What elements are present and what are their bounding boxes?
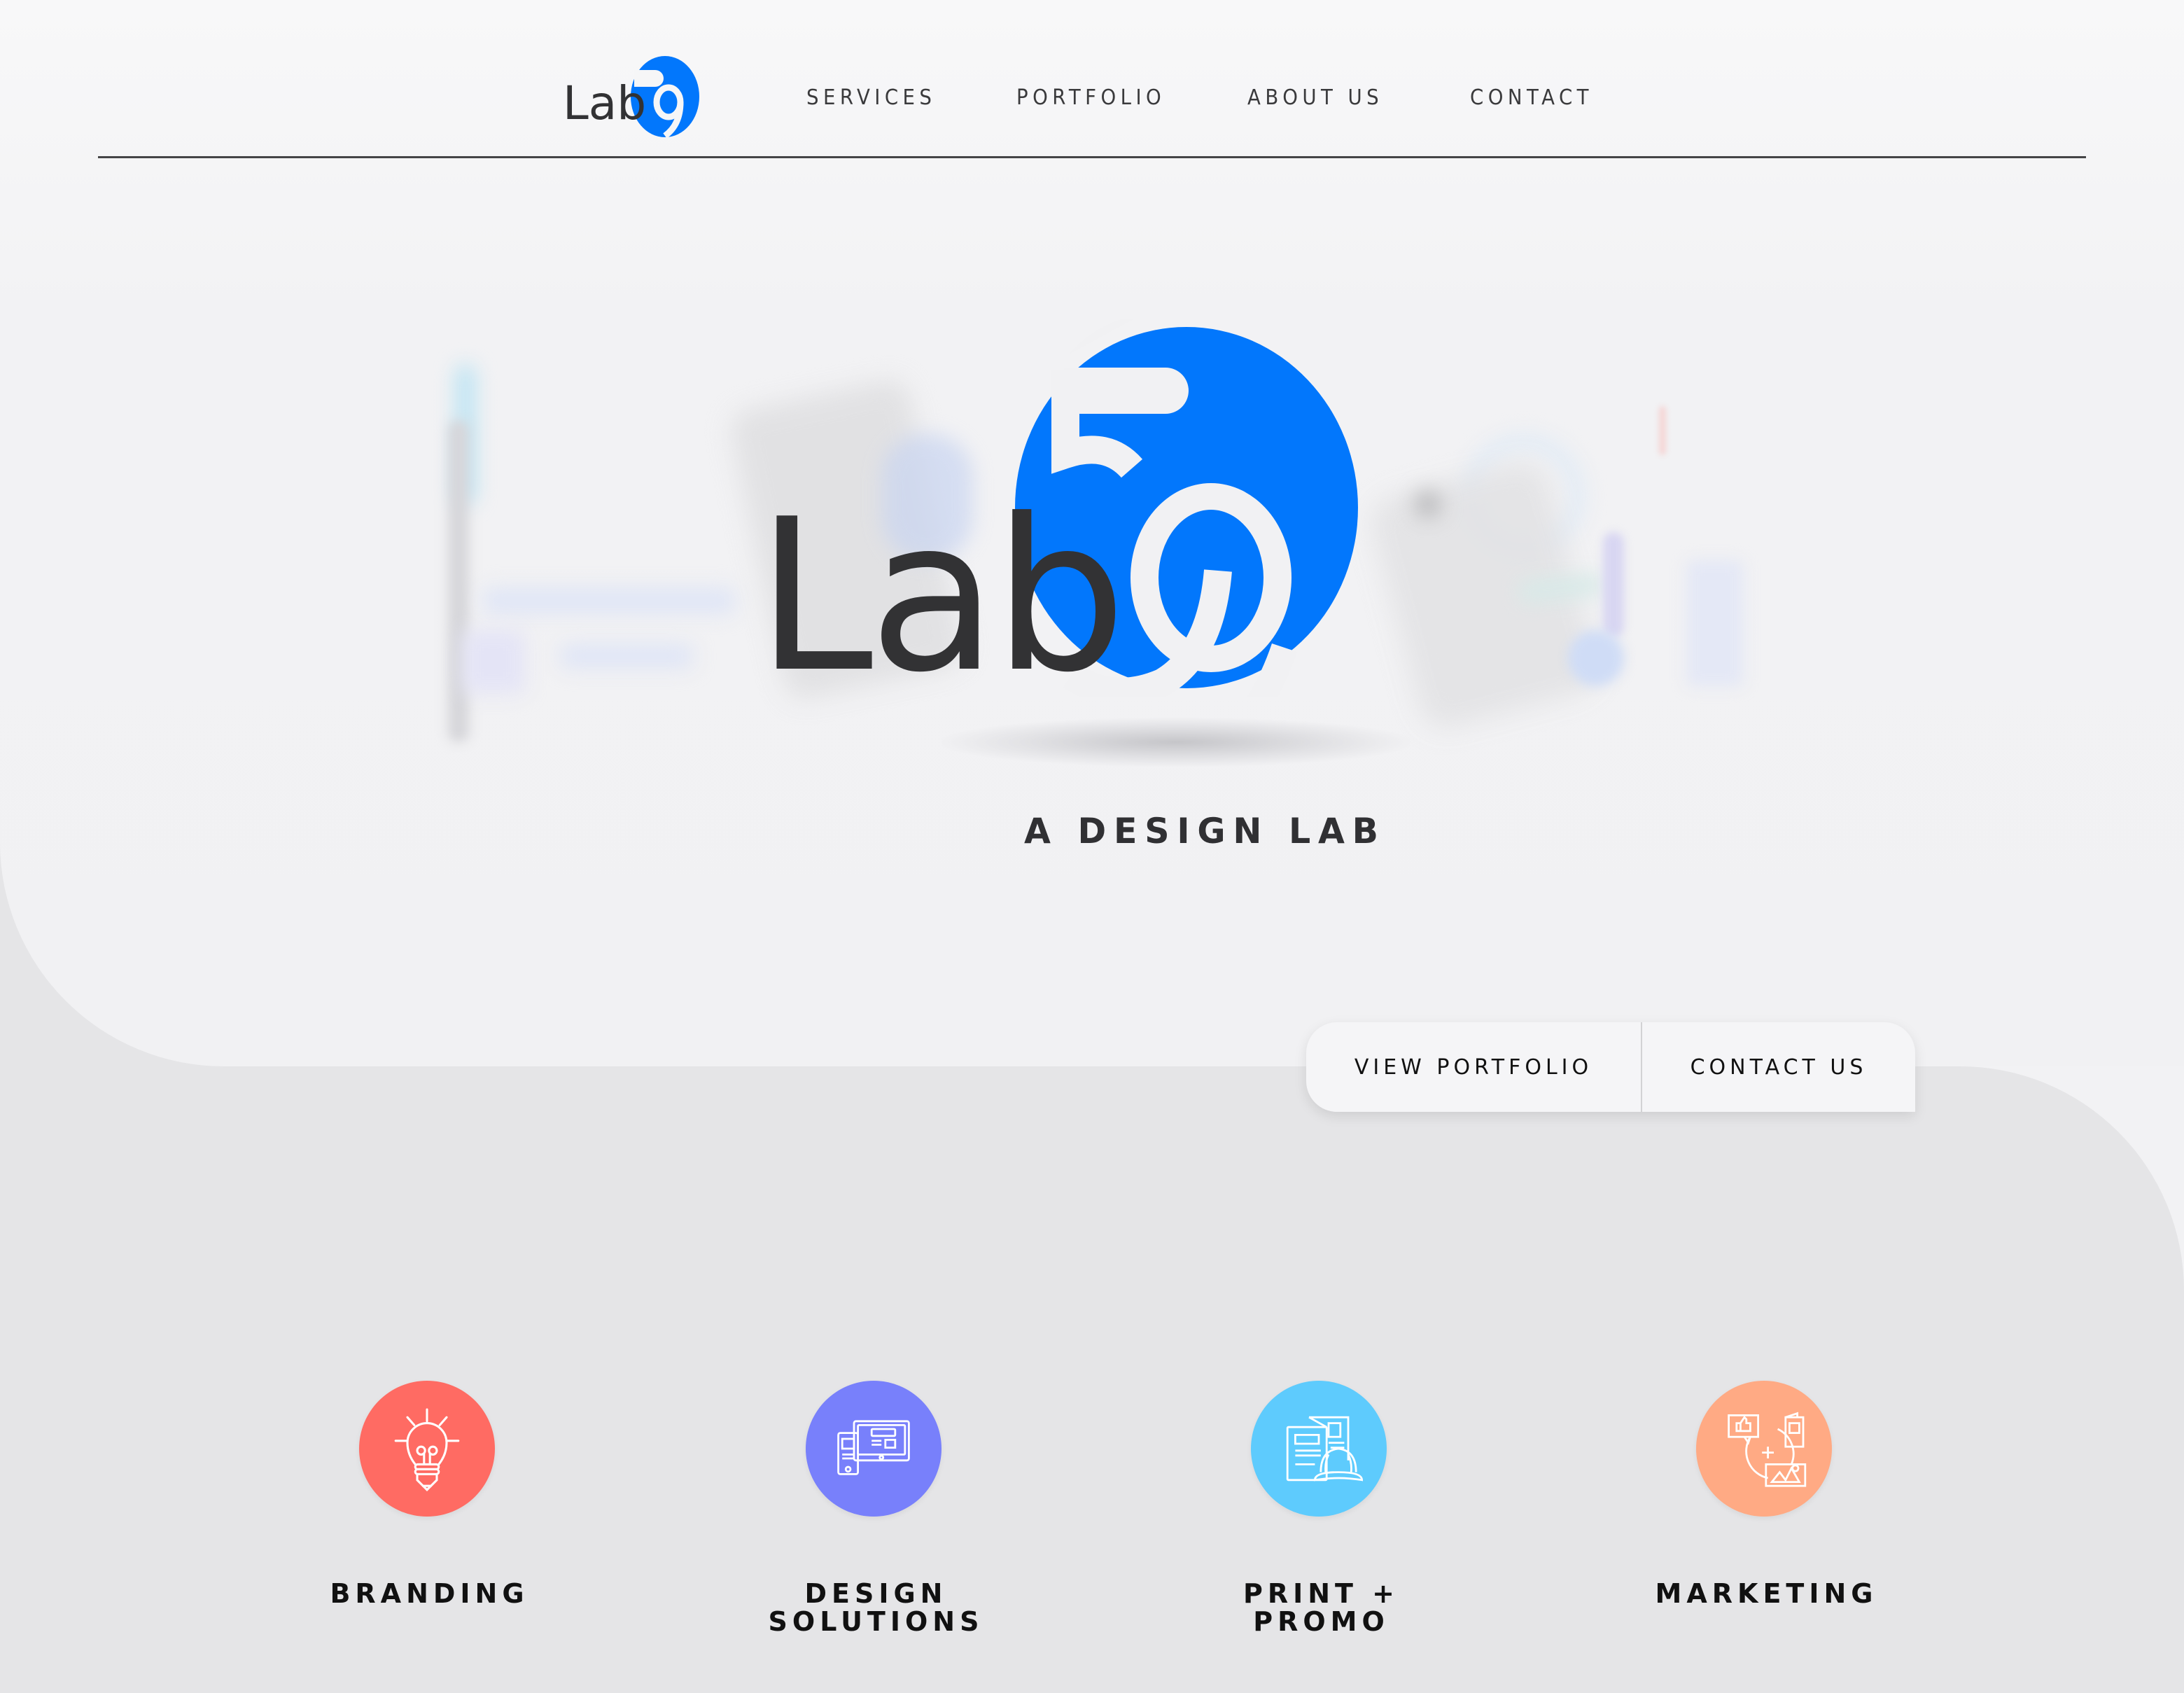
hero-logo: Lab: [763, 319, 1358, 697]
nav-services[interactable]: SERVICES: [806, 85, 936, 110]
print-cap-icon: [1286, 1416, 1364, 1482]
service-print-promo[interactable]: PRINT + PROMO: [1179, 1381, 1459, 1636]
service-label: PRINT + PROMO: [1242, 1578, 1400, 1637]
service-design-solutions[interactable]: DESIGN SOLUTIONS: [734, 1381, 1014, 1636]
marketing-cycle-icon: [1728, 1412, 1807, 1487]
service-label-line1: DESIGN: [804, 1578, 948, 1609]
service-label-line2: SOLUTIONS: [768, 1606, 984, 1637]
nav-about-us[interactable]: ABOUT US: [1247, 85, 1383, 110]
site-header: Lab SERVICES PORTFOLIO ABOUT US CONTACT: [0, 0, 2184, 161]
nav-portfolio[interactable]: PORTFOLIO: [1016, 85, 1166, 110]
service-label: MARKETING: [1655, 1578, 1878, 1609]
nav-contact[interactable]: CONTACT: [1470, 85, 1593, 110]
lightbulb-pencil-icon: [394, 1408, 460, 1491]
hero-button-group: VIEW PORTFOLIO CONTACT US: [1306, 1022, 1915, 1112]
devices-icon: [837, 1420, 910, 1475]
service-marketing[interactable]: MARKETING: [1624, 1381, 1904, 1608]
service-branding[interactable]: BRANDING: [287, 1381, 567, 1608]
tagline: A DESIGN LAB: [1024, 811, 1386, 851]
logo-shadow: [941, 718, 1410, 767]
contact-us-button[interactable]: CONTACT US: [1642, 1022, 1915, 1112]
header-divider: [98, 156, 2086, 158]
view-portfolio-button[interactable]: VIEW PORTFOLIO: [1306, 1022, 1642, 1112]
service-label: BRANDING: [330, 1578, 529, 1609]
service-icon-circle: [806, 1381, 941, 1517]
service-label: DESIGN SOLUTIONS: [734, 1580, 1014, 1636]
header-logo[interactable]: Lab: [559, 55, 706, 139]
logo-text: Lab: [763, 474, 1122, 697]
logo-text: Lab: [563, 76, 646, 130]
service-icon-circle: [359, 1381, 495, 1517]
service-icon-circle: [1696, 1381, 1832, 1517]
service-icon-circle: [1251, 1381, 1387, 1517]
